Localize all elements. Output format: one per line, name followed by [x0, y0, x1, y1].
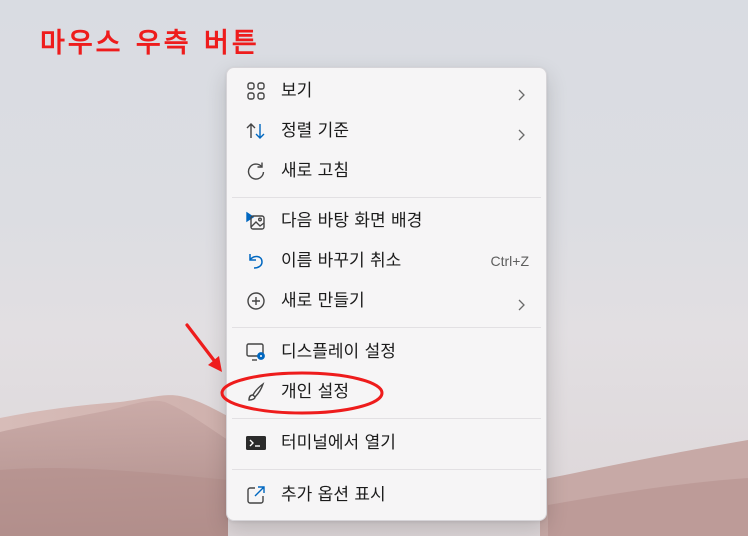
next-background-icon: [245, 211, 267, 231]
menu-item-label: 디스플레이 설정: [281, 342, 396, 362]
menu-item-view[interactable]: 보기: [231, 73, 542, 109]
menu-item-undo-rename[interactable]: 이름 바꾸기 취소 Ctrl+Z: [231, 243, 542, 279]
chevron-right-icon: [516, 86, 526, 101]
paintbrush-icon: [245, 382, 267, 402]
context-menu: 보기 정렬 기준 새로 고침 다음 바탕 화면 배경 이름 바꾸기 취소 Ctr…: [226, 67, 547, 521]
menu-item-personalize[interactable]: 개인 설정: [231, 374, 542, 410]
new-plus-icon: [245, 291, 267, 311]
menu-item-new[interactable]: 새로 만들기: [231, 283, 542, 319]
chevron-right-icon: [516, 296, 526, 311]
menu-item-sort-by[interactable]: 정렬 기준: [231, 113, 542, 149]
sort-icon: [245, 121, 267, 141]
menu-item-open-terminal[interactable]: 터미널에서 열기: [231, 425, 542, 461]
menu-item-label: 이름 바꾸기 취소: [281, 251, 402, 271]
menu-item-refresh[interactable]: 새로 고침: [231, 153, 542, 189]
terminal-icon: [245, 433, 267, 453]
menu-item-label: 새로 고침: [281, 161, 349, 181]
menu-item-label: 터미널에서 열기: [281, 433, 396, 453]
menu-item-label: 추가 옵션 표시: [281, 485, 386, 505]
menu-item-label: 보기: [281, 81, 313, 101]
shortcut-text: Ctrl+Z: [490, 253, 530, 269]
menu-item-label: 새로 만들기: [281, 291, 365, 311]
menu-item-display-settings[interactable]: 디스플레이 설정: [231, 334, 542, 370]
undo-icon: [245, 251, 267, 271]
menu-item-label: 정렬 기준: [281, 121, 349, 141]
menu-item-label: 개인 설정: [281, 382, 349, 402]
more-options-icon: [245, 485, 267, 505]
menu-separator: [232, 469, 541, 470]
menu-item-show-more-options[interactable]: 추가 옵션 표시: [231, 477, 542, 513]
grid-icon: [245, 81, 267, 101]
menu-separator: [232, 327, 541, 328]
menu-item-label: 다음 바탕 화면 배경: [281, 211, 423, 231]
menu-separator: [232, 197, 541, 198]
menu-separator: [232, 418, 541, 419]
annotation-title: 마우스 우측 버튼: [40, 28, 260, 59]
refresh-icon: [245, 161, 267, 181]
display-settings-icon: [245, 342, 267, 362]
chevron-right-icon: [516, 126, 526, 141]
menu-item-next-background[interactable]: 다음 바탕 화면 배경: [231, 203, 542, 239]
